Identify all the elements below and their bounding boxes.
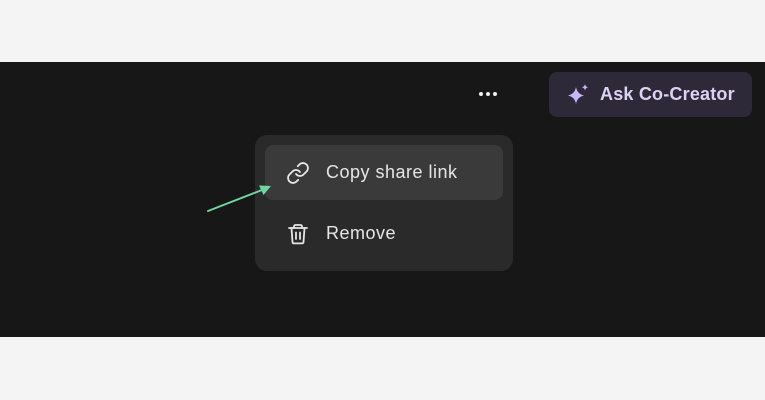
ask-co-creator-button[interactable]: Ask Co-Creator <box>549 72 752 117</box>
sparkle-icon <box>568 83 589 104</box>
more-horizontal-icon <box>479 92 483 96</box>
context-menu: Copy share link Remove <box>255 135 513 271</box>
menu-item-label: Copy share link <box>326 162 458 182</box>
menu-item-remove[interactable]: Remove <box>265 206 503 261</box>
ask-co-creator-label: Ask Co-Creator <box>600 84 735 104</box>
more-horizontal-icon-dot <box>493 92 497 96</box>
menu-item-copy-share-link[interactable]: Copy share link <box>265 145 503 200</box>
dark-panel: Ask Co-Creator Copy share link Remove <box>0 62 765 337</box>
more-options-button[interactable] <box>472 84 504 104</box>
trash-icon <box>288 223 308 244</box>
menu-item-label: Remove <box>326 223 397 243</box>
more-horizontal-icon-dot <box>486 92 490 96</box>
link-icon <box>287 161 309 184</box>
